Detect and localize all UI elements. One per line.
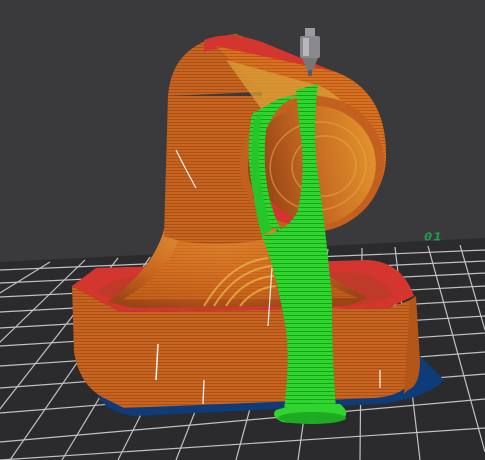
- plate-number-label: 01: [422, 231, 444, 244]
- sliced-model-preview[interactable]: [0, 0, 485, 460]
- slicer-3d-viewport[interactable]: 01: [0, 0, 485, 460]
